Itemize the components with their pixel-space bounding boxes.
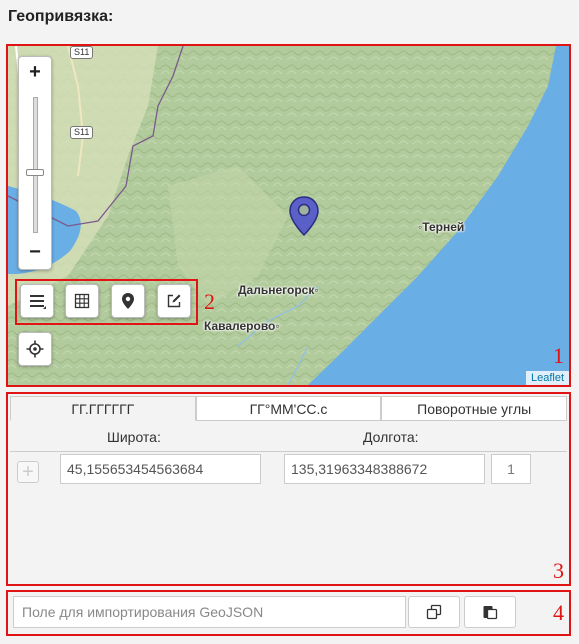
annotation-2: 2 <box>204 289 215 314</box>
marker-icon <box>122 293 134 309</box>
location-marker-icon[interactable] <box>289 196 319 236</box>
locate-button[interactable] <box>18 332 52 366</box>
geojson-import-field[interactable] <box>13 596 406 628</box>
paste-icon <box>483 606 498 620</box>
tab-decimal-degrees[interactable]: ГГ.ГГГГГГ <box>10 396 196 421</box>
coordinates-panel: ГГ.ГГГГГГ ГГ°ММ'СС.с Поворотные углы Шир… <box>6 392 571 586</box>
city-label-terney: ◦Терней <box>418 220 465 234</box>
zoom-slider-handle[interactable] <box>26 169 44 176</box>
divider <box>10 451 567 452</box>
city-label-dalnegorsk: Дальнегорск◦ <box>238 283 319 297</box>
annotation-3: 3 <box>553 558 564 583</box>
longitude-header: Долгота: <box>363 429 419 445</box>
edit-button[interactable] <box>157 284 191 318</box>
edit-icon <box>167 294 181 308</box>
menu-icon <box>30 295 46 309</box>
latitude-field[interactable] <box>60 454 261 484</box>
map-frame[interactable]: ◦Терней Дальнегорск◦ Кавалерово◦ S11 S11… <box>6 44 571 387</box>
point-index-field[interactable] <box>491 454 531 484</box>
tab-turning-angles[interactable]: Поворотные углы <box>381 396 568 421</box>
grid-button[interactable] <box>65 284 99 318</box>
leaflet-attribution-link[interactable]: Leaflet <box>525 371 569 385</box>
zoom-control: + − <box>18 56 52 270</box>
zoom-slider-track[interactable] <box>33 97 38 233</box>
copy-icon <box>426 604 442 620</box>
grid-icon <box>74 293 90 309</box>
zoom-in-button[interactable]: + <box>19 57 51 89</box>
road-shield: S11 <box>70 46 94 59</box>
map-canvas[interactable]: ◦Терней Дальнегорск◦ Кавалерово◦ S11 S11… <box>8 46 569 385</box>
road-shield: S11 <box>70 126 94 139</box>
annotation-1: 1 <box>553 343 564 368</box>
city-label-kavalerovo: Кавалерово◦ <box>204 319 280 333</box>
longitude-field[interactable] <box>284 454 485 484</box>
zoom-out-button[interactable]: − <box>19 237 51 269</box>
tab-degrees-minutes-seconds[interactable]: ГГ°ММ'СС.с <box>195 396 382 421</box>
layers-menu-button[interactable] <box>20 284 54 318</box>
paste-button[interactable] <box>464 596 516 628</box>
section-title: Геопривязка: <box>8 8 114 25</box>
add-point-button[interactable]: + <box>17 461 39 483</box>
locate-icon <box>26 340 44 358</box>
copy-button[interactable] <box>408 596 460 628</box>
add-marker-button[interactable] <box>111 284 145 318</box>
annotation-4: 4 <box>553 600 564 625</box>
latitude-header: Широта: <box>107 429 161 445</box>
import-panel: 4 <box>6 590 571 636</box>
format-tabs: ГГ.ГГГГГГ ГГ°ММ'СС.с Поворотные углы <box>10 396 568 421</box>
